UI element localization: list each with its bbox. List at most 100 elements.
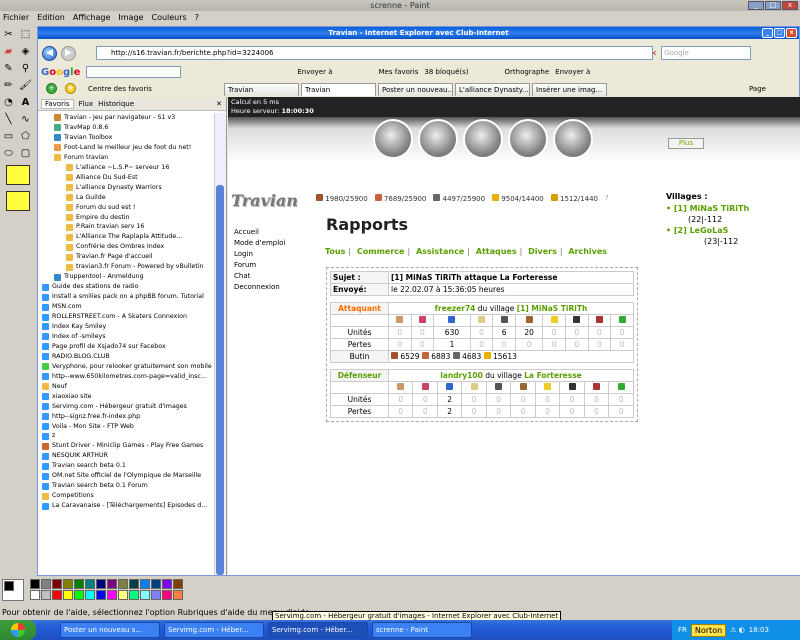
sidebar-item[interactable]: z bbox=[38, 432, 214, 442]
sidebar-item[interactable]: ROLLERSTREET.com - A Skaters Connexion bbox=[38, 312, 214, 322]
palette-swatch[interactable] bbox=[85, 579, 95, 589]
palette-swatch[interactable] bbox=[129, 579, 139, 589]
blocked-popups[interactable]: 38 bloqué(s) bbox=[424, 68, 468, 76]
nav-login[interactable]: Login bbox=[234, 249, 285, 260]
palette-swatch[interactable] bbox=[140, 579, 150, 589]
sidebar-item[interactable]: Travian search beta 0.1 bbox=[38, 461, 214, 471]
palette-swatch[interactable] bbox=[151, 590, 161, 600]
favorites-center-label[interactable]: Centre des favoris bbox=[88, 85, 152, 93]
sidebar-item[interactable]: Veryphone, pour relooker gratuitement so… bbox=[38, 362, 214, 372]
sidebar-item[interactable]: travian3.fr Forum - Powered by vBulletin bbox=[38, 262, 214, 272]
attacker-village[interactable]: [1] MiNaS TiRiTh bbox=[517, 304, 588, 313]
sidebar-item[interactable]: Truppentool - Anmeldung bbox=[38, 272, 214, 282]
sidebar-item[interactable]: Empire du destin bbox=[38, 213, 214, 223]
free-select-icon[interactable]: ✂ bbox=[1, 27, 16, 42]
palette-swatch[interactable] bbox=[30, 590, 40, 600]
address-bar[interactable]: http://s16.travian.fr/berichte.php?id=32… bbox=[96, 46, 653, 60]
sidebar-item[interactable]: Travian - Jeu par navigateur - S1 v3 bbox=[38, 113, 214, 123]
sidebar-item[interactable]: Page profil de Xsjado74 sur Facebox bbox=[38, 342, 214, 352]
menu-affichage[interactable]: Affichage bbox=[73, 11, 111, 24]
search-input[interactable]: Google bbox=[661, 46, 752, 60]
fill-icon[interactable]: ◈ bbox=[18, 44, 33, 59]
curve-icon[interactable]: ∿ bbox=[18, 112, 33, 127]
color-picker-icon[interactable]: ✎ bbox=[1, 61, 16, 76]
text-icon[interactable]: A bbox=[18, 95, 33, 110]
help-icon[interactable]: ? bbox=[605, 194, 609, 203]
rect-select-icon[interactable]: ⬚ bbox=[18, 27, 33, 42]
forward-icon[interactable]: ▶ bbox=[61, 45, 76, 61]
favorites-button[interactable]: Mes favoris bbox=[379, 68, 419, 76]
palette-swatch[interactable] bbox=[85, 590, 95, 600]
airbrush-icon[interactable]: ◔ bbox=[1, 95, 16, 110]
sidebar-tab-historique[interactable]: Historique bbox=[98, 100, 134, 108]
sidebar-item[interactable]: Confrérie des Ombres Index bbox=[38, 242, 214, 252]
rectangle-icon[interactable]: ▭ bbox=[1, 129, 16, 144]
sidebar-item[interactable]: http--www.650kilometres.com-page=valid_i… bbox=[38, 372, 214, 382]
norton-button[interactable]: Norton bbox=[690, 623, 727, 637]
sidebar-item[interactable]: Voila - Mon Site - FTP Web bbox=[38, 422, 214, 432]
tab-poster[interactable]: Poster un nouveau... bbox=[378, 83, 453, 96]
palette-swatch[interactable] bbox=[118, 590, 128, 600]
reports-icon[interactable] bbox=[553, 119, 593, 159]
sidebar-item[interactable]: OM.net Site officiel de l'Olympique de M… bbox=[38, 471, 214, 481]
filter-archives[interactable]: Archives bbox=[568, 247, 607, 256]
palette-swatch[interactable] bbox=[173, 579, 183, 589]
village-center-icon[interactable] bbox=[418, 119, 458, 159]
eraser-icon[interactable]: ▰ bbox=[1, 44, 16, 59]
sidebar-item[interactable]: RADIO.BLOG.CLUB bbox=[38, 352, 214, 362]
ie-maximize-button[interactable]: □ bbox=[774, 28, 785, 38]
palette-swatch[interactable] bbox=[52, 590, 62, 600]
sidebar-item[interactable]: Index of -smileys bbox=[38, 332, 214, 342]
palette-swatch[interactable] bbox=[107, 579, 117, 589]
palette-swatch[interactable] bbox=[41, 579, 51, 589]
nav-accueil[interactable]: Accueil bbox=[234, 227, 285, 238]
line-icon[interactable]: ╲ bbox=[1, 112, 16, 127]
google-search-box[interactable] bbox=[86, 66, 182, 78]
transparent-option-icon[interactable] bbox=[6, 191, 30, 211]
taskbar-servimg-2[interactable]: Servimg.com - Héber... bbox=[268, 622, 368, 638]
palette-swatch[interactable] bbox=[107, 590, 117, 600]
ellipse-icon[interactable]: ⬭ bbox=[1, 146, 16, 161]
palette-swatch[interactable] bbox=[63, 590, 73, 600]
filter-commerce[interactable]: Commerce bbox=[357, 247, 405, 256]
start-button[interactable] bbox=[0, 620, 36, 640]
sidebar-item[interactable]: Stunt Driver - Miniclip Games - Play Fre… bbox=[38, 441, 214, 451]
village-2-link[interactable]: • [2] LeGoLaS bbox=[666, 226, 728, 235]
palette-swatch[interactable] bbox=[173, 590, 183, 600]
statistics-icon[interactable] bbox=[508, 119, 548, 159]
send-to-button[interactable]: Envoyer à bbox=[555, 68, 590, 76]
sidebar-item[interactable]: MSN.com bbox=[38, 302, 214, 312]
nav-deconnexion[interactable]: Deconnexion bbox=[234, 282, 285, 293]
palette-swatch[interactable] bbox=[118, 579, 128, 589]
palette-swatch[interactable] bbox=[30, 579, 40, 589]
village-overview-icon[interactable] bbox=[373, 119, 413, 159]
sidebar-item[interactable]: L'Alliance The Raplapla Attitude... bbox=[38, 232, 214, 242]
filter-assistance[interactable]: Assistance bbox=[416, 247, 464, 256]
back-icon[interactable]: ◀ bbox=[42, 45, 57, 61]
palette-swatch[interactable] bbox=[96, 579, 106, 589]
defender-name[interactable]: landry100 bbox=[440, 371, 483, 380]
sidebar-item[interactable]: TravMap 0.8.6 bbox=[38, 123, 214, 133]
sidebar-item[interactable]: L'alliance Dynasty Warriors bbox=[38, 183, 214, 193]
palette-swatch[interactable] bbox=[41, 590, 51, 600]
sidebar-item[interactable]: Servimg.com - Hébergeur gratuit d'images bbox=[38, 402, 214, 412]
page-menu[interactable]: Page bbox=[749, 83, 766, 98]
sidebar-item[interactable]: Alliance Du Sud-Est bbox=[38, 173, 214, 183]
palette-swatch[interactable] bbox=[162, 590, 172, 600]
nav-chat[interactable]: Chat bbox=[234, 271, 285, 282]
map-icon[interactable] bbox=[463, 119, 503, 159]
filter-tous[interactable]: Tous bbox=[325, 247, 345, 256]
opaque-option-icon[interactable] bbox=[6, 165, 30, 185]
sidebar-tab-flux[interactable]: Flux bbox=[79, 100, 94, 108]
sidebar-item[interactable]: http--signz.free.fr-index.php bbox=[38, 412, 214, 422]
tab-travian-2[interactable]: Travian bbox=[301, 83, 376, 96]
menu-edition[interactable]: Edition bbox=[37, 11, 65, 24]
attacker-name[interactable]: freezer74 bbox=[435, 304, 476, 313]
sidebar-tab-favoris[interactable]: Favoris bbox=[41, 98, 74, 109]
sidebar-item[interactable]: Forum du sud est ! bbox=[38, 203, 214, 213]
plus-button[interactable]: Plus bbox=[668, 138, 704, 149]
taskbar-servimg-1[interactable]: Servimg.com - Héber... bbox=[164, 622, 264, 638]
sidebar-item[interactable]: Travian.fr Page d'accueil bbox=[38, 252, 214, 262]
sidebar-item[interactable]: Neuf bbox=[38, 382, 214, 392]
menu-image[interactable]: Image bbox=[118, 11, 143, 24]
